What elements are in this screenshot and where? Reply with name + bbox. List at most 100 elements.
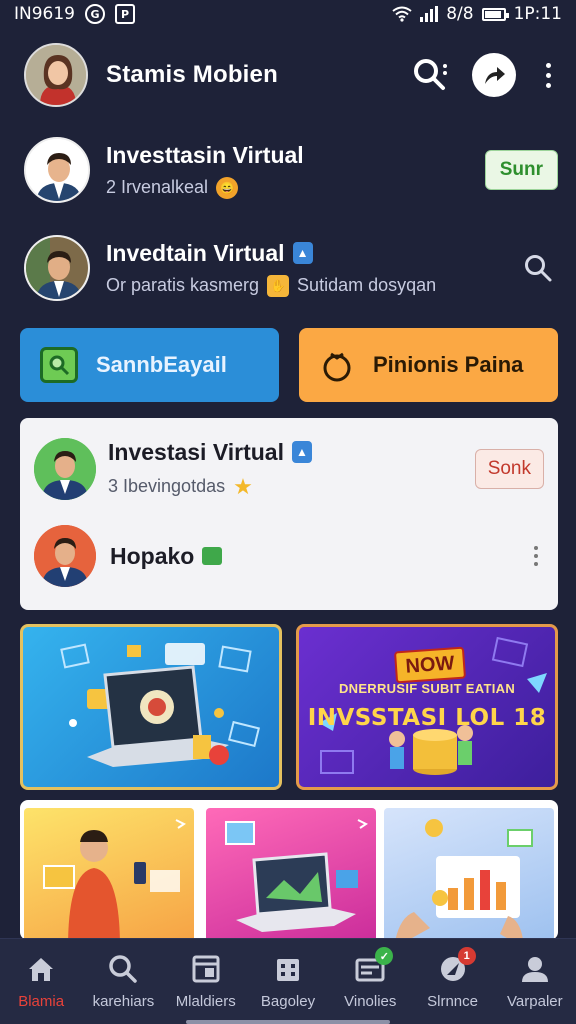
signal-icon [420,6,439,22]
row-search-button[interactable] [518,248,558,288]
avatar [34,525,96,587]
building-icon [276,959,299,981]
lock-icon: ▲ [292,242,313,264]
row-subtitle-wrap: 2 Irvenalkeal 😄 [106,176,304,199]
action-buttons: SannbEayail Pinionis Paina [20,328,558,402]
nav-item-search[interactable]: karehiars [82,939,164,1024]
profile-avatar[interactable] [24,43,88,107]
app-notification-icon: P [115,4,135,24]
page-title: Stamis Mobien [106,61,278,88]
notification-icon: G [85,4,105,24]
laptop-tile-illustration [225,819,368,932]
more-options-button[interactable] [538,55,558,95]
row-subtitle: 2 Irvenalkeal [106,177,209,197]
lock-icon: ▲ [292,441,312,463]
nav-label: karehiars [92,993,155,1010]
search-icon [414,59,447,90]
person-icon [521,957,548,982]
chart-tile[interactable] [384,808,554,940]
avatar [24,137,90,203]
status-right: 8/8 1P:11 [392,4,562,24]
row-title: Invedtain Virtual [106,239,285,266]
row-title-wrap: Invedtain Virtual ▲ [106,240,436,267]
nav-item-building[interactable]: Bagoley [247,939,329,1024]
nav-item-rocket[interactable]: 1 Slrnnce [411,939,493,1024]
card-action-button[interactable]: Sonk [474,449,544,489]
chart-tile-illustration [395,819,533,940]
laptop-tile[interactable] [206,808,376,940]
share-button[interactable] [472,53,516,97]
list-item[interactable]: Invedtain Virtual ▲ Or paratis kasmerg ✋… [24,232,558,304]
row-subtitle: Or paratis kasmerg [106,275,260,295]
card-title-wrap: Investasi Virtual ▲ [108,439,312,466]
phone-user-tile[interactable] [24,808,194,940]
promo-title: INVSSTASI LOL 18 [307,705,547,731]
search-icon [525,255,552,282]
share-arrow-icon [485,67,505,84]
now-badge: NOW [393,646,467,684]
row-subtitle-wrap: Or paratis kasmerg ✋ Sutidam dosyqan [106,274,437,297]
image-strip [20,800,558,940]
nav-item-dashboard[interactable]: ✓ Vinolies [329,939,411,1024]
card-list-item[interactable]: Investasi Virtual ▲ 3 Ibevingotdas ★ Son… [34,436,544,502]
check-badge-icon: ✓ [375,947,394,965]
clap-icon: ✋ [267,274,290,297]
emoji-icon: 😄 [216,176,239,199]
app-screen: IN9619 G P 8/8 1P:11 Stamis Mobien Inves… [0,0,576,1024]
home-indicator [186,1020,390,1024]
card-subtitle-wrap: 3 Ibevingotdas ★ [108,474,312,500]
investment-card: Investasi Virtual ▲ 3 Ibevingotdas ★ Son… [20,418,558,610]
card-item-text: Hopako [110,542,223,570]
nav-label: Mlaldiers [175,993,236,1010]
window-icon [192,955,220,983]
row-action-button[interactable]: Sunr [484,150,558,190]
app-header: Stamis Mobien [24,40,558,110]
notification-badge: 1 [457,947,476,965]
battery-icon [481,7,509,21]
search-button[interactable] [410,55,450,95]
list-item[interactable]: Investtasin Virtual 2 Irvenalkeal 😄 Sunr [24,134,558,206]
home-icon [29,958,54,981]
row-title: Investtasin Virtual [106,141,304,168]
header-actions [410,53,558,97]
nav-item-window[interactable]: Mlaldiers [165,939,247,1024]
investasi-promo-banner[interactable]: NOW DNERRUSIF SUBIT EATIAN INVSSTASI LOL… [296,624,558,790]
card-title: Investasi Virtual [108,438,284,465]
status-carrier-text: IN9619 [14,4,75,24]
row-subtitle-2: Sutidam dosyqan [297,275,437,295]
laptop-promo-banner[interactable] [20,624,282,790]
magnifier-icon [40,347,78,383]
row-text: Invedtain Virtual ▲ Or paratis kasmerg ✋… [106,240,436,297]
bottom-navigation: Blamia karehiars Mlaldiers Bagoley ✓ Vin… [0,938,576,1024]
card-item-text: Investasi Virtual ▲ 3 Ibevingotdas ★ [108,439,312,500]
nav-label: Bagoley [260,993,316,1010]
laptop-illustration [60,643,261,767]
phone-user-illustration [43,819,186,940]
nav-item-person[interactable]: Varpaler [494,939,576,1024]
secondary-action-button[interactable]: Pinionis Paina [299,328,558,402]
card-subtitle: 3 Ibevingotdas [108,476,226,496]
primary-action-button[interactable]: SannbEayail [20,328,279,402]
primary-action-label: SannbEayail [96,352,227,377]
tag-icon [202,547,223,565]
card-title: Hopako [110,542,195,569]
card-list-item[interactable]: Hopako [34,522,544,590]
status-left: IN9619 G P [14,4,135,24]
nav-label: Varpaler [507,993,563,1010]
nav-label: Blamia [18,993,65,1010]
wifi-icon [392,6,412,22]
avatar [34,438,96,500]
nav-label: Slrnnce [427,993,478,1010]
secondary-action-label: Pinionis Paina [373,352,524,377]
nav-item-home[interactable]: Blamia [0,939,82,1024]
nav-label: Vinolies [344,993,397,1010]
row-text: Investtasin Virtual 2 Irvenalkeal 😄 [106,142,304,199]
promo-subtitle: DNERRUSIF SUBIT EATIAN [338,681,516,696]
avatar [24,235,90,301]
search-icon [109,955,138,983]
status-time: 1P:11 [513,4,562,24]
ring-icon [319,348,355,382]
status-bar: IN9619 G P 8/8 1P:11 [0,0,576,28]
card-more-button[interactable] [528,541,544,571]
star-icon: ★ [233,473,253,499]
